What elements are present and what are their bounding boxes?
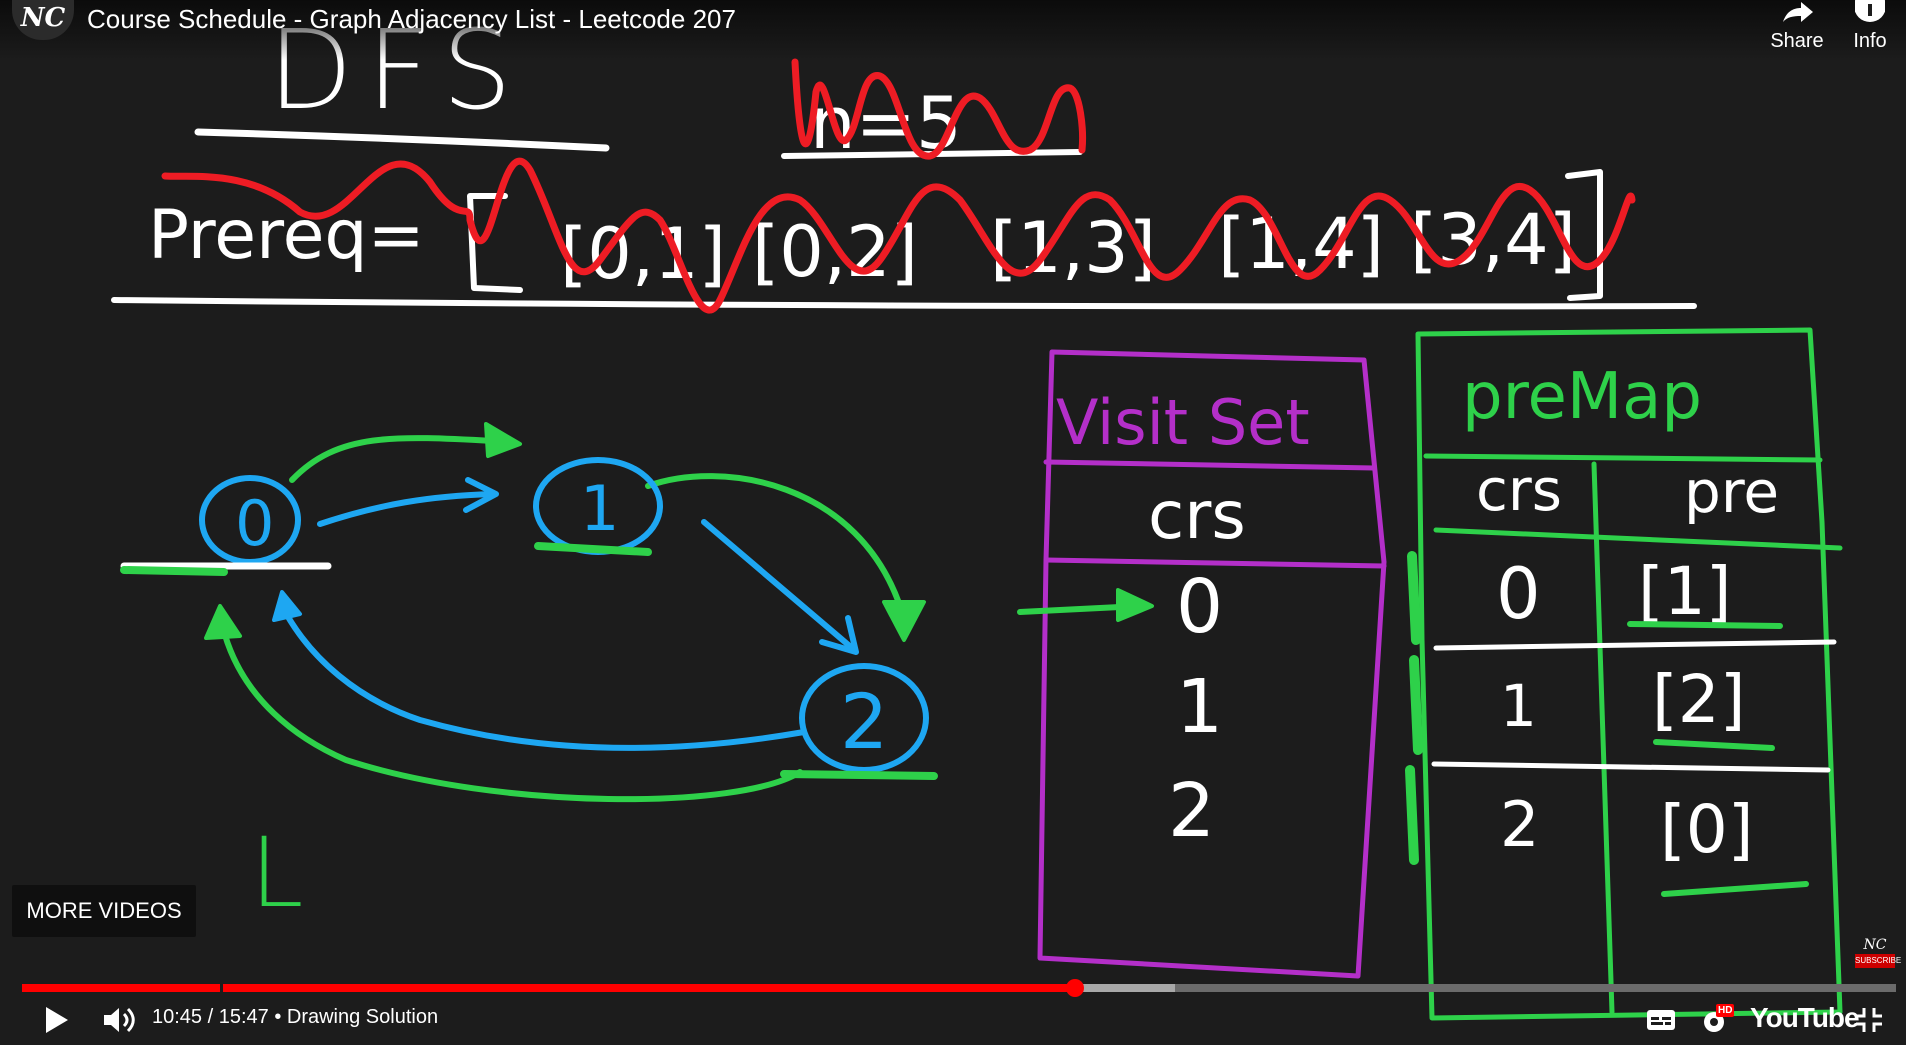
arrowhead-0-1-green bbox=[484, 422, 522, 458]
time-display: 10:45 / 15:47 • Drawing Solution bbox=[152, 1006, 439, 1028]
whiteboard-canvas: DFS n=5 Prereq= [0,1] [0,2] [1,3] [1,4] … bbox=[111, 6, 1843, 1021]
youtube-logo[interactable]: YouTube bbox=[1750, 1002, 1860, 1034]
prereq-label: Prereq= bbox=[148, 196, 425, 275]
prereq-pair-3: [1,3] bbox=[990, 207, 1156, 289]
visit-set-row-2: 2 bbox=[1168, 768, 1215, 854]
edge-2-0-blue bbox=[279, 603, 807, 751]
volume-icon bbox=[104, 1007, 135, 1033]
prereq-pair-1: [0,1] bbox=[560, 213, 726, 295]
captions-button[interactable] bbox=[1646, 1008, 1676, 1037]
visit-set-row-0: 0 bbox=[1176, 564, 1223, 650]
premap-title: preMap bbox=[1462, 360, 1702, 434]
volume-button[interactable] bbox=[100, 1004, 140, 1041]
arrowhead-1-2-green bbox=[882, 600, 926, 642]
hd-badge: HD bbox=[1716, 1004, 1735, 1017]
subscribe-badge: SUBSCRIBE bbox=[1855, 954, 1901, 968]
captions-icon bbox=[1647, 1010, 1675, 1030]
node-label-2: 2 bbox=[840, 677, 888, 766]
share-icon bbox=[1757, 0, 1837, 24]
chapter-marker bbox=[220, 984, 223, 992]
visit-set-header: crs bbox=[1148, 477, 1246, 554]
fullscreen-exit-button[interactable] bbox=[1854, 1006, 1884, 1039]
premap-row-2-crs: 2 bbox=[1500, 788, 1539, 861]
node-2-underline bbox=[780, 770, 938, 780]
share-label: Share bbox=[1770, 30, 1824, 52]
dfs-underline bbox=[194, 128, 610, 152]
info-label: Info bbox=[1853, 30, 1887, 52]
premap-header-crs: crs bbox=[1476, 456, 1562, 524]
video-title[interactable]: Course Schedule - Graph Adjacency List -… bbox=[87, 4, 736, 35]
premap-table: preMap crs pre 0 [1] 1 [2] 2 [0] bbox=[1405, 327, 1843, 1021]
prereq-pair-2: [0,2] bbox=[752, 211, 918, 293]
node-label-1: 1 bbox=[580, 472, 619, 545]
premap-row-0-crs: 0 bbox=[1496, 553, 1541, 635]
graph-node-1: 1 bbox=[533, 457, 663, 556]
subscribe-watermark[interactable]: NC SUBSCRIBE bbox=[1855, 937, 1901, 974]
play-button[interactable] bbox=[42, 1004, 72, 1041]
progress-bar[interactable] bbox=[22, 979, 1896, 997]
play-icon bbox=[46, 1007, 68, 1033]
info-icon bbox=[1830, 0, 1906, 24]
fullscreen-exit-icon bbox=[1856, 1008, 1882, 1032]
arrowhead-2-0-blue bbox=[272, 590, 302, 622]
share-button[interactable]: Share bbox=[1757, 0, 1837, 53]
visit-set-title: Visit Set bbox=[1056, 386, 1310, 459]
subscribe-mini-logo: NC bbox=[1863, 937, 1887, 953]
progress-played bbox=[22, 984, 1076, 992]
premap-row-2-pre: [0] bbox=[1660, 791, 1754, 868]
premap-row-1-pre: [2] bbox=[1652, 661, 1746, 738]
premap-header-pre: pre bbox=[1684, 458, 1779, 526]
cursor-mark: L bbox=[250, 817, 303, 929]
edge-0-1-green bbox=[289, 435, 515, 483]
premap-row-1-crs: 1 bbox=[1500, 672, 1537, 740]
prereq-underline bbox=[111, 297, 1697, 310]
visit-set-row-1: 1 bbox=[1176, 664, 1223, 750]
edge-1-2-green bbox=[645, 473, 905, 615]
node-label-0: 0 bbox=[235, 487, 274, 560]
info-button[interactable]: Info bbox=[1830, 0, 1906, 53]
settings-button[interactable]: HD bbox=[1700, 1004, 1735, 1041]
graph-node-0: 0 bbox=[120, 475, 332, 576]
more-videos-button[interactable]: MORE VIDEOS bbox=[12, 885, 196, 937]
visit-set-table: Visit Set crs 0 1 2 bbox=[1017, 349, 1387, 979]
graph-node-2: 2 bbox=[780, 663, 938, 780]
player-controls: 10:45 / 15:47 • Drawing Solution HD YouT… bbox=[0, 996, 1906, 1045]
arrowhead-2-0-green bbox=[204, 604, 242, 640]
premap-row-0-pre: [1] bbox=[1638, 553, 1732, 630]
edge-1-2-blue bbox=[701, 519, 855, 651]
